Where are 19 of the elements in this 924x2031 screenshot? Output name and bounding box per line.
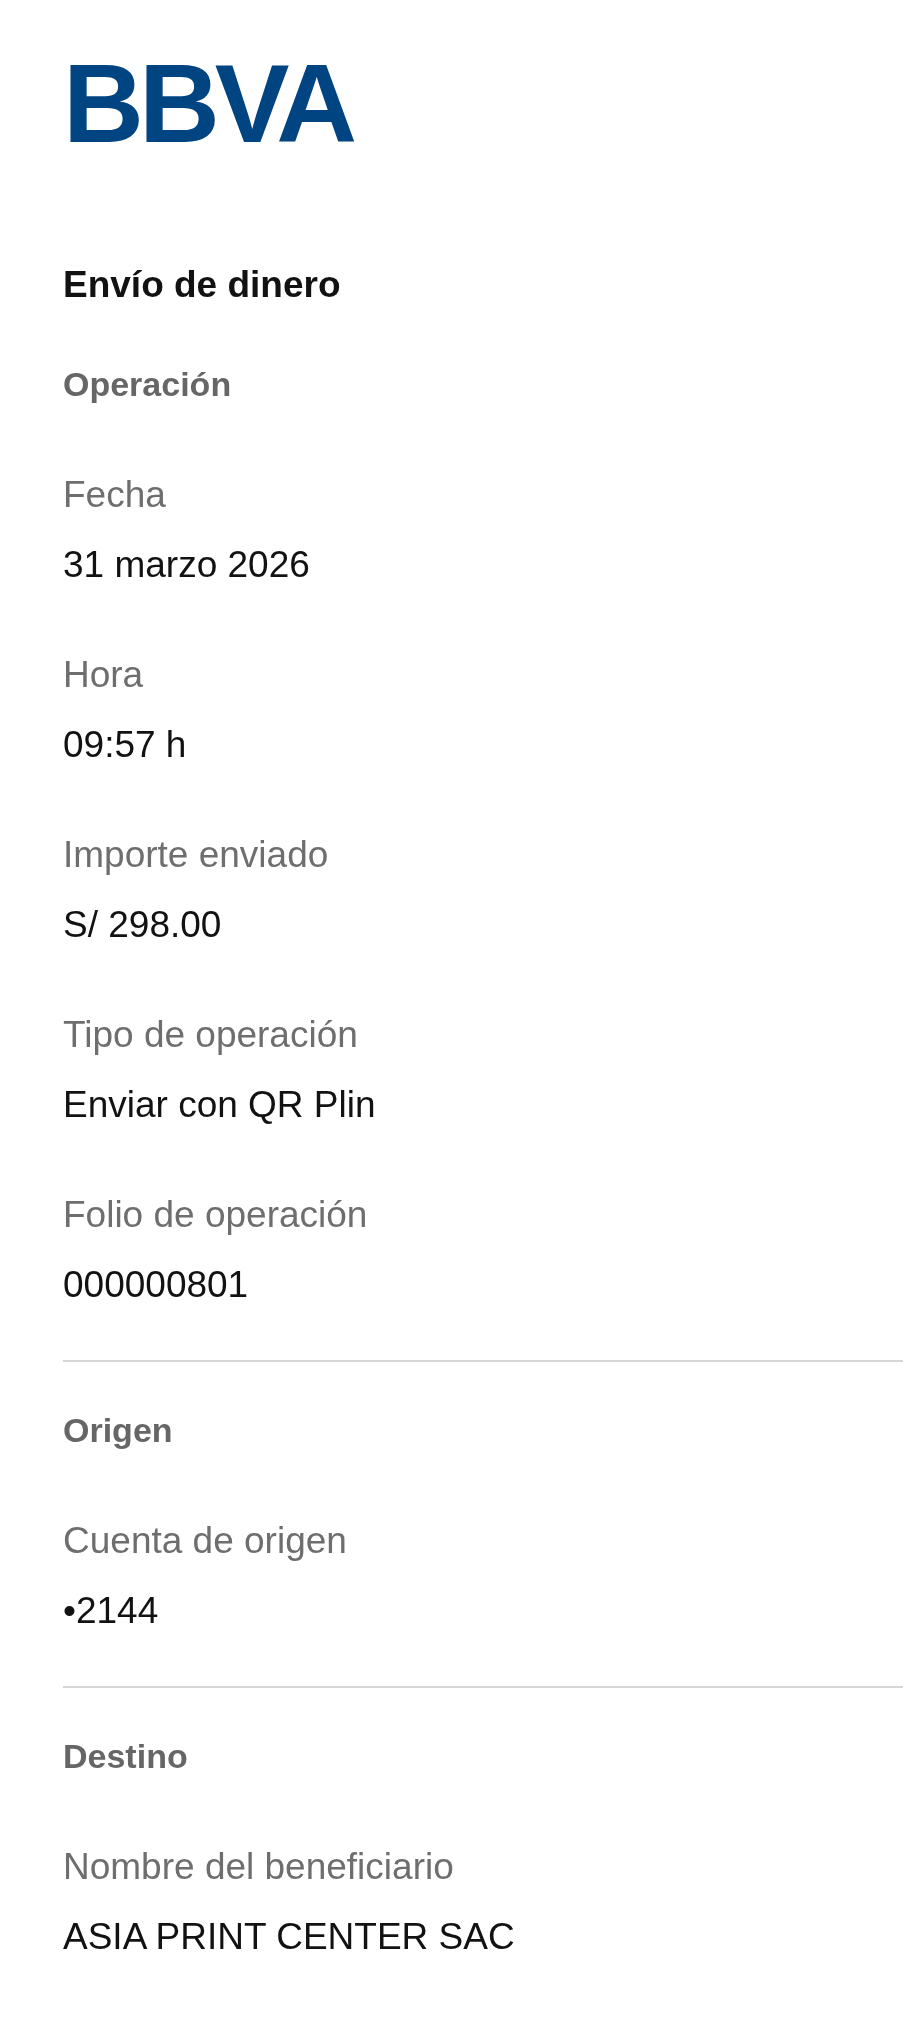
field-value: ASIA PRINT CENTER SAC — [63, 1915, 516, 1959]
field-value: S/ 298.00 — [63, 903, 223, 947]
field-value: •2144 — [63, 1589, 160, 1633]
field-label: Fecha — [63, 473, 167, 517]
section-header: Origen — [63, 1410, 174, 1451]
field-label: Hora — [63, 653, 145, 697]
brand-logo: BBVA — [63, 62, 353, 146]
field-label: Nombre del beneficiario — [63, 1845, 455, 1889]
field-value: 31 marzo 2026 — [63, 543, 311, 587]
field-label: Tipo de operación — [63, 1013, 359, 1057]
field-label: Importe enviado — [63, 833, 330, 877]
field-value: 000000801 — [63, 1263, 250, 1307]
field-value: 09:57 h — [63, 723, 188, 767]
section-header: Operación — [63, 364, 233, 405]
field-label: Cuenta de origen — [63, 1519, 348, 1563]
field-value: Enviar con QR Plin — [63, 1083, 377, 1127]
page-title: Envío de dinero — [63, 263, 342, 307]
field-label: Folio de operación — [63, 1193, 369, 1237]
section-header: Destino — [63, 1736, 189, 1777]
